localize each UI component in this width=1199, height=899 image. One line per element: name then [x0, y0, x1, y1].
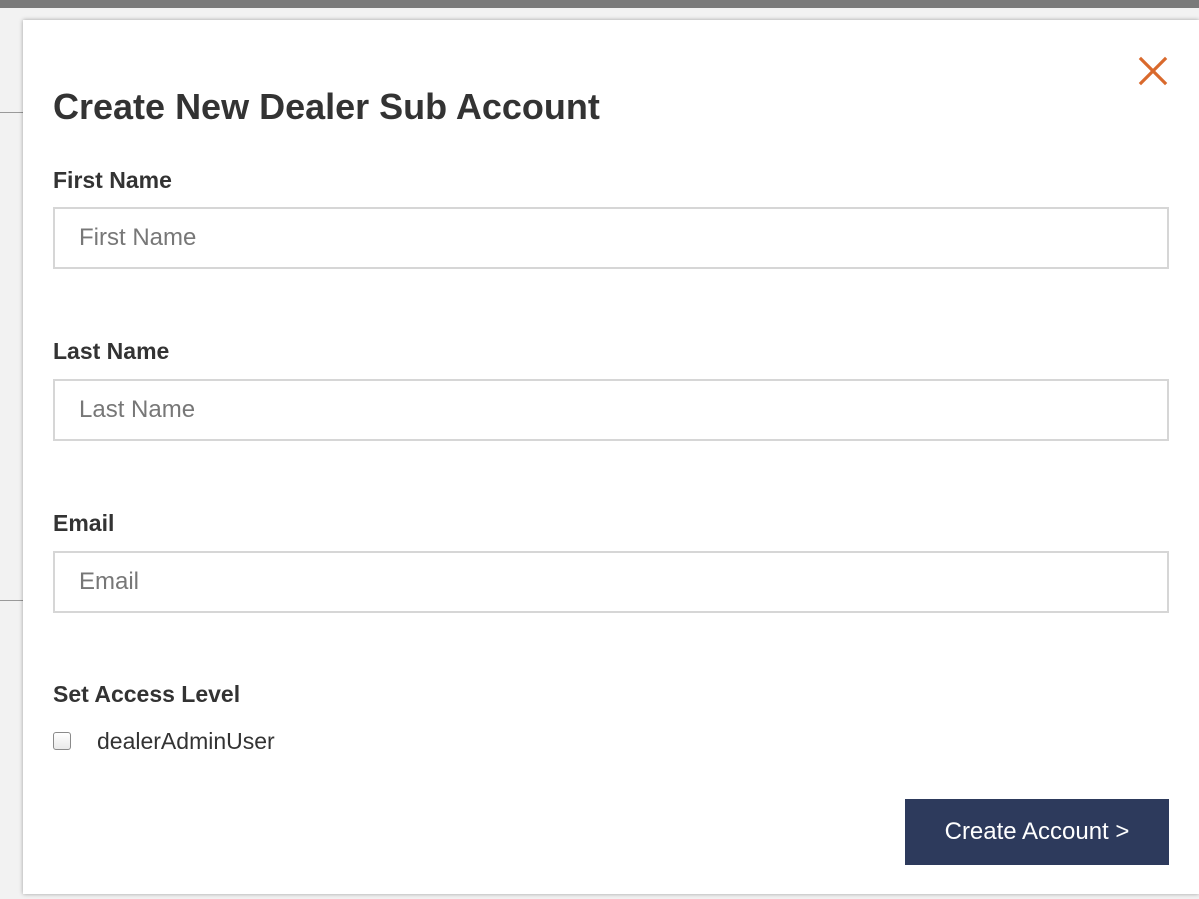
first-name-label: First Name	[53, 167, 172, 193]
close-button[interactable]	[1136, 54, 1170, 88]
close-icon	[1138, 56, 1168, 86]
dealer-admin-checkbox[interactable]	[53, 732, 71, 750]
modal-title: Create New Dealer Sub Account	[53, 86, 600, 127]
dealer-admin-checkbox-label[interactable]: dealerAdminUser	[97, 728, 275, 755]
last-name-input[interactable]	[53, 379, 1169, 441]
create-sub-account-modal: Create New Dealer Sub Account First Name…	[23, 20, 1199, 894]
access-level-label: Set Access Level	[53, 681, 241, 707]
access-option-dealer-admin[interactable]: dealerAdminUser	[53, 726, 275, 756]
email-label: Email	[53, 510, 115, 536]
create-account-button[interactable]: Create Account >	[905, 799, 1169, 865]
last-name-label: Last Name	[53, 338, 170, 364]
email-input[interactable]	[53, 551, 1169, 613]
first-name-input[interactable]	[53, 207, 1169, 269]
